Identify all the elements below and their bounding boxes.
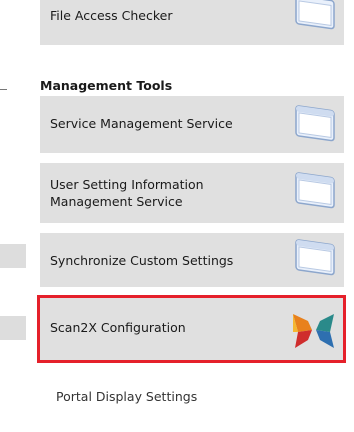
window-app-icon — [295, 239, 335, 276]
synchronize-custom-settings-tile[interactable]: Synchronize Custom Settings — [40, 233, 344, 287]
tile-label: Synchronize Custom Settings — [50, 253, 234, 268]
left-divider — [0, 89, 7, 90]
window-app-icon — [295, 172, 335, 209]
tile-label: User Setting Information Management Serv… — [50, 177, 204, 209]
window-app-icon — [295, 105, 335, 142]
tile-label: File Access Checker — [50, 8, 173, 23]
service-management-service-tile[interactable]: Service Management Service — [40, 96, 344, 153]
portal-display-settings-link[interactable]: Portal Display Settings — [56, 389, 197, 404]
tile-label: Service Management Service — [50, 116, 233, 131]
window-app-icon — [295, 0, 335, 30]
scan2x-logo-icon — [293, 314, 334, 348]
left-panel-stub[interactable] — [0, 316, 26, 340]
user-setting-information-management-service-tile[interactable]: User Setting Information Management Serv… — [40, 163, 344, 223]
file-access-checker-tile[interactable]: File Access Checker — [40, 0, 344, 45]
scan2x-configuration-tile[interactable]: Scan2X Configuration — [40, 298, 344, 360]
left-panel-stub[interactable] — [0, 244, 26, 268]
management-tools-heading: Management Tools — [40, 78, 173, 93]
tile-label: Scan2X Configuration — [50, 320, 186, 335]
